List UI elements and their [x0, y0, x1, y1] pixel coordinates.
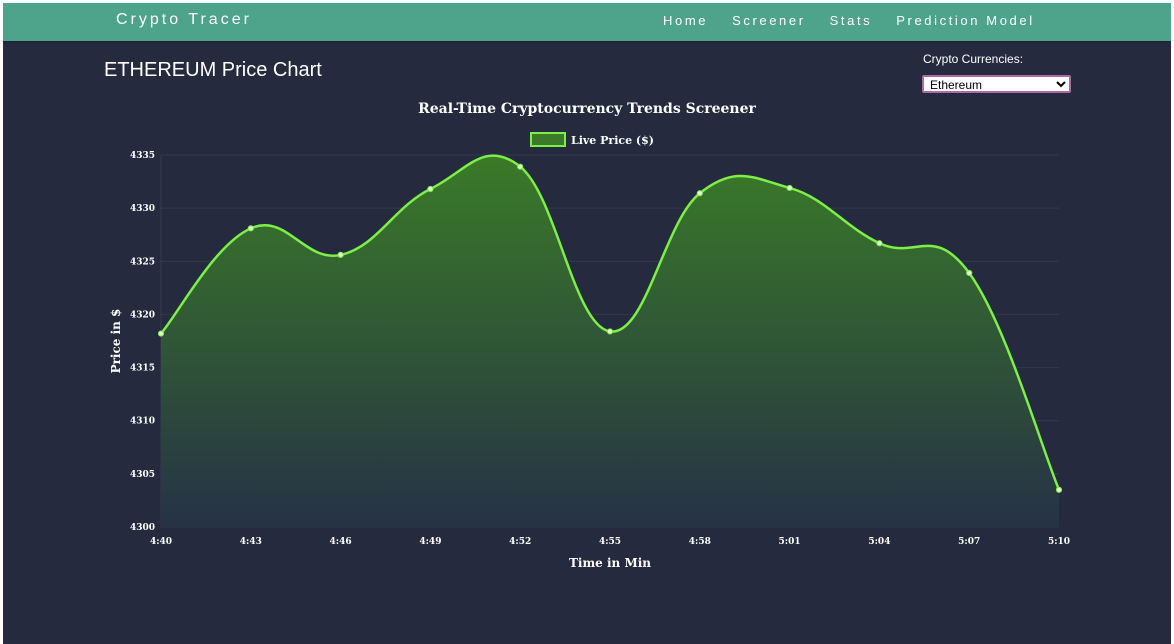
x-tick-label: 5:07 — [958, 537, 980, 547]
data-point[interactable] — [876, 240, 883, 247]
data-point[interactable] — [427, 185, 434, 193]
currency-selector-label: Crypto Currencies: — [923, 52, 1024, 66]
data-point[interactable] — [786, 184, 793, 192]
nav-links: Home Screener Stats Prediction Model — [663, 13, 1059, 28]
data-point[interactable] — [966, 269, 973, 277]
price-area-fill — [161, 155, 1059, 527]
nav-link-stats[interactable]: Stats — [830, 13, 873, 28]
x-tick-label: 5:01 — [779, 537, 801, 547]
y-tick-label: 4305 — [130, 470, 155, 480]
x-tick-label: 5:10 — [1048, 537, 1070, 547]
x-tick-label: 4:46 — [330, 537, 352, 547]
x-tick-label: 4:40 — [150, 537, 172, 547]
x-tick-label: 4:49 — [419, 537, 441, 547]
app-frame: Crypto Tracer Home Screener Stats Predic… — [3, 3, 1171, 644]
legend-swatch — [530, 132, 566, 147]
y-tick-label: 4330 — [130, 204, 155, 214]
legend-label: Live Price ($) — [571, 134, 654, 147]
y-tick-label: 4325 — [130, 257, 155, 267]
y-tick-label: 4315 — [130, 364, 155, 374]
data-point[interactable] — [337, 251, 344, 259]
navbar: Crypto Tracer Home Screener Stats Predic… — [3, 3, 1171, 41]
y-axis-title: Price in $ — [109, 309, 123, 374]
x-tick-label: 4:58 — [689, 537, 711, 547]
data-point[interactable] — [157, 330, 165, 337]
nav-link-home[interactable]: Home — [663, 13, 708, 28]
data-point[interactable] — [1055, 486, 1063, 493]
data-point[interactable] — [247, 225, 254, 232]
data-point[interactable] — [517, 163, 524, 170]
nav-link-screener[interactable]: Screener — [732, 13, 806, 28]
x-tick-label: 4:55 — [599, 537, 621, 547]
x-tick-label: 4:52 — [509, 537, 531, 547]
chart-legend[interactable]: Live Price ($) — [530, 132, 654, 147]
y-tick-label: 4335 — [130, 151, 155, 161]
x-axis-ticks: 4:40 4:43 4:46 4:49 4:52 4:55 4:58 5:01 5:04 5:07… — [150, 537, 1070, 547]
price-chart: Real-Time Cryptocurrency Trends Screener… — [109, 101, 1070, 570]
y-tick-label: 4320 — [130, 310, 155, 320]
x-tick-label: 4:43 — [240, 537, 262, 547]
data-point[interactable] — [696, 190, 703, 197]
x-axis-title: Time in Min — [569, 556, 651, 570]
y-tick-label: 4300 — [130, 523, 155, 533]
nav-link-prediction-model[interactable]: Prediction Model — [896, 13, 1034, 28]
y-tick-label: 4310 — [130, 417, 155, 427]
y-axis-ticks: 4300 4305 4310 4315 4320 4325 4330 4335 — [130, 151, 155, 533]
chart-title: Real-Time Cryptocurrency Trends Screener — [418, 101, 756, 117]
x-tick-label: 5:04 — [868, 537, 890, 547]
page-title: ETHEREUM Price Chart — [104, 59, 322, 81]
brand-logo[interactable]: Crypto Tracer — [116, 11, 252, 29]
data-point[interactable] — [606, 328, 614, 335]
currency-select[interactable]: Ethereum — [922, 75, 1071, 93]
